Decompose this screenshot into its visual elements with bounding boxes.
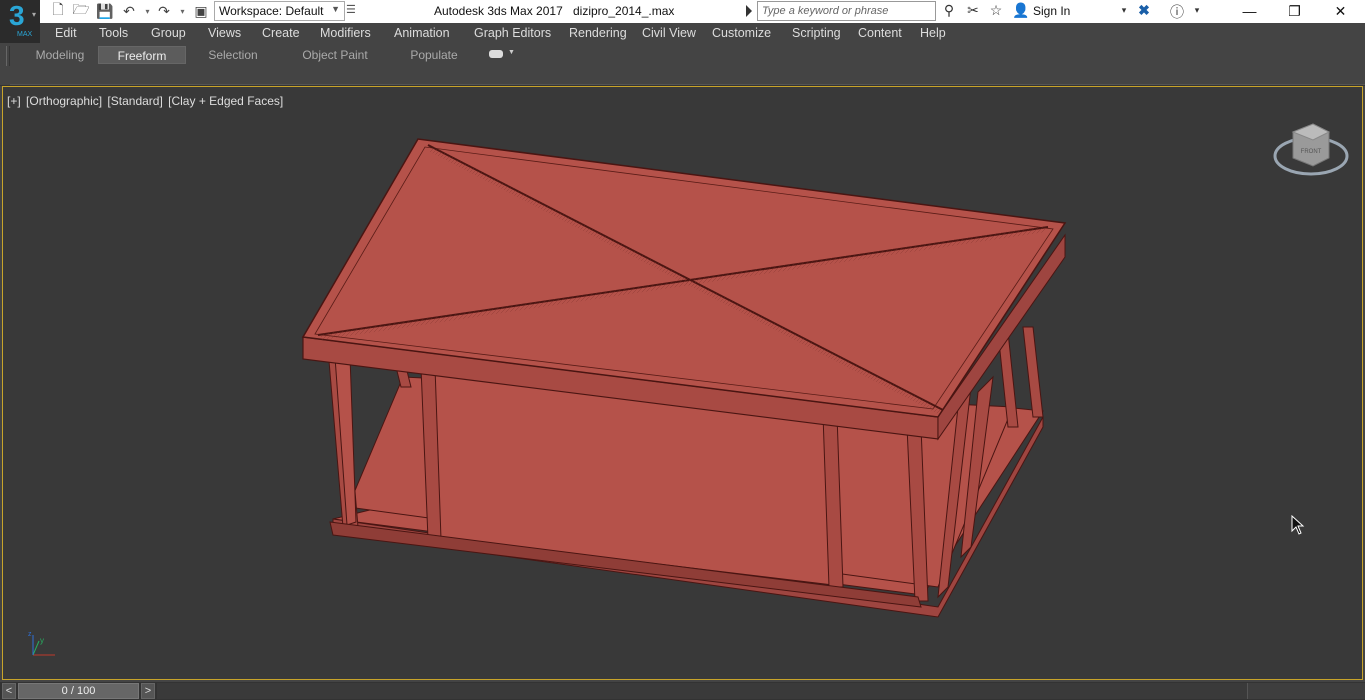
redo-dropdown-icon[interactable]: ▾ [178,2,187,20]
app-logo-number: 3 [9,0,25,31]
menu-bar: Edit Tools Group Views Create Modifiers … [40,23,1365,44]
menu-modifiers[interactable]: Modifiers [320,26,371,40]
undo-dropdown-icon[interactable]: ▾ [143,2,152,20]
title-bar: 3 MAX ▾ 🗋 🗁 💾 ↶ ▾ ↷ ▾ ▣ Workspace: Defau… [0,0,1365,43]
app-logo-button[interactable]: 3 MAX ▾ [0,0,40,43]
menu-views[interactable]: Views [208,26,241,40]
ribbon-tab-bar: Modeling Freeform Selection Object Paint… [0,44,1365,84]
file-title: dizipro_2014_.max [573,4,675,18]
tab-selection[interactable]: Selection [200,46,266,64]
new-file-icon[interactable]: 🗋 [49,1,67,20]
viewcube-icon[interactable]: FRONT [1271,120,1351,180]
menu-edit[interactable]: Edit [55,26,77,40]
menu-content[interactable]: Content [858,26,902,40]
customize-qat-icon[interactable]: ☰ [346,3,356,16]
menu-create[interactable]: Create [262,26,300,40]
axis-z-label: z [28,631,32,638]
time-slider-end-area [1247,683,1365,699]
close-button[interactable]: ✕ [1318,0,1363,22]
chevron-down-icon[interactable]: ▼ [508,49,515,56]
app-logo-sub: MAX [17,31,33,38]
menu-animation[interactable]: Animation [394,26,450,40]
workspace-label: Workspace: Default [219,4,324,18]
exchange-icon[interactable]: ✖ [1135,2,1153,20]
menu-group[interactable]: Group [151,26,186,40]
menu-help[interactable]: Help [920,26,946,40]
ribbon-divider [10,84,1365,85]
tab-modeling[interactable]: Modeling [30,46,90,64]
save-icon[interactable]: 💾 [96,2,114,20]
workspace-select[interactable]: Workspace: Default ▼ [214,1,345,21]
search-input[interactable]: Type a keyword or phrase [757,1,936,21]
tab-object-paint[interactable]: Object Paint [295,46,375,64]
ribbon-options-icon[interactable] [489,50,503,58]
time-slider-track[interactable] [157,683,1247,699]
restore-button[interactable]: ❐ [1272,0,1317,22]
chevron-down-icon[interactable]: ▾ [1115,5,1133,23]
chevron-down-icon[interactable]: ▾ [1188,5,1206,23]
time-slider-thumb[interactable]: 0 / 100 [18,683,139,699]
sign-in-button[interactable]: Sign In [1033,4,1070,18]
time-slider-bar: < 0 / 100 > [0,682,1365,700]
menu-scripting[interactable]: Scripting [792,26,841,40]
tab-freeform[interactable]: Freeform [98,46,186,64]
ribbon-panel [0,66,1365,86]
user-icon[interactable]: 👤 [1012,2,1030,20]
minimize-button[interactable]: — [1227,0,1272,22]
menu-rendering[interactable]: Rendering [569,26,627,40]
menu-civil-view[interactable]: Civil View [642,26,696,40]
binoculars-icon[interactable]: ⚲ [940,2,958,20]
coffee-table-model[interactable] [3,87,1362,679]
prev-frame-button[interactable]: < [2,683,16,699]
subscription-icon[interactable]: ✂ [964,2,982,20]
menu-tools[interactable]: Tools [99,26,128,40]
menu-customize[interactable]: Customize [712,26,771,40]
open-folder-icon[interactable]: 🗁 [72,1,90,20]
axis-y-label: y [40,636,44,645]
viewport-orthographic[interactable]: [+] [Orthographic] [Standard] [Clay + Ed… [2,86,1363,680]
mouse-cursor-icon [1291,515,1305,535]
viewcube-face-label: FRONT [1301,149,1322,155]
tab-populate[interactable]: Populate [402,46,466,64]
project-folder-icon[interactable]: ▣ [192,2,210,20]
chevron-down-icon: ▾ [32,10,37,19]
chevron-down-icon: ▼ [331,4,340,14]
axis-tripod-icon: y z [28,631,55,656]
undo-icon[interactable]: ↶ [120,2,138,20]
app-title: Autodesk 3ds Max 2017 [434,4,563,18]
next-frame-button[interactable]: > [141,683,155,699]
collapse-search-icon[interactable] [746,5,752,17]
star-icon[interactable]: ☆ [987,2,1005,20]
redo-icon[interactable]: ↷ [155,2,173,20]
menu-graph-editors[interactable]: Graph Editors [474,26,551,40]
help-icon[interactable]: ⓘ [1168,2,1186,20]
